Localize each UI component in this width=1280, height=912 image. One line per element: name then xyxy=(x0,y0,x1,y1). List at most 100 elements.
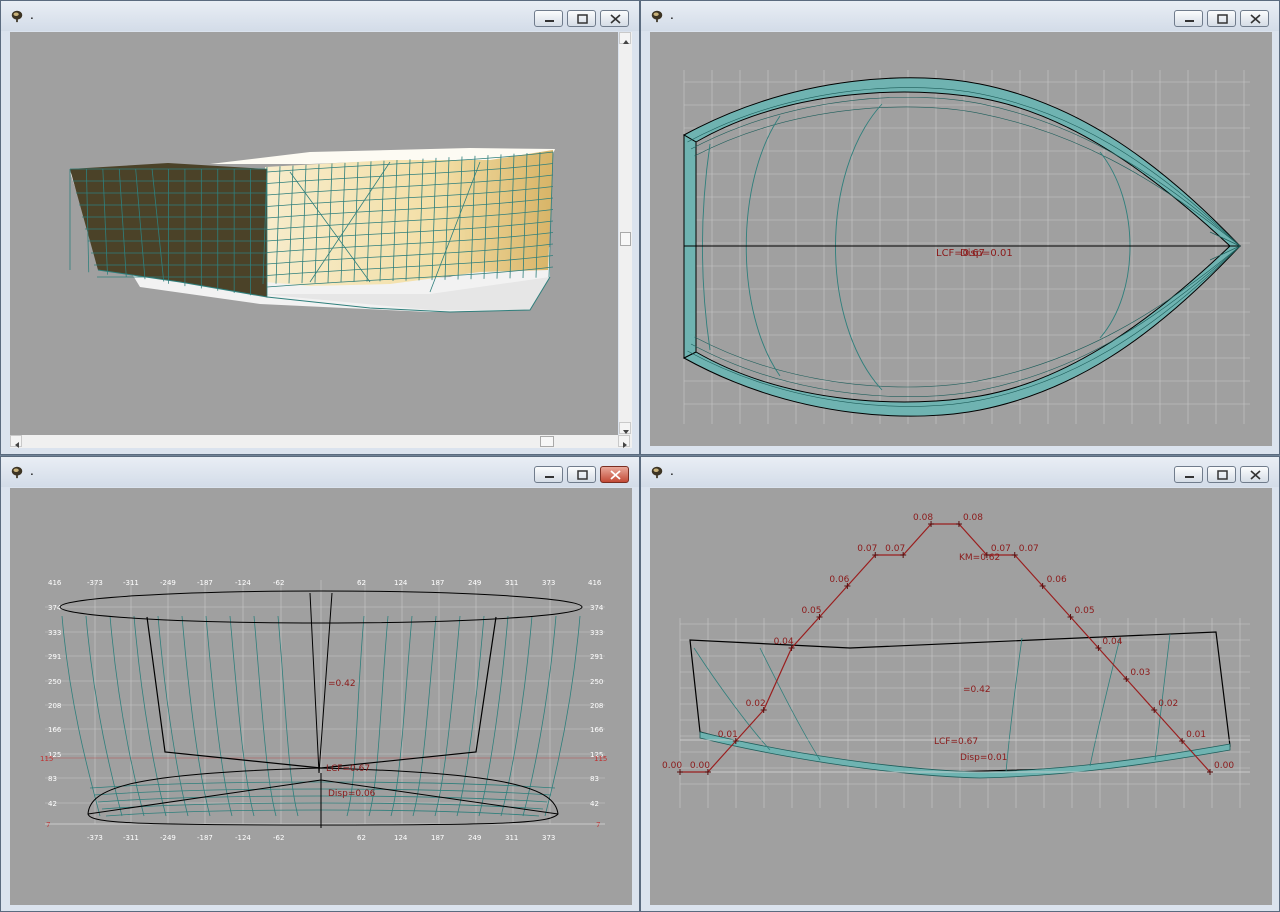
body-xtick-bottom: 62 xyxy=(357,834,366,842)
body-xtick-bottom: -249 xyxy=(160,834,176,842)
restore-icon xyxy=(1217,470,1228,480)
close-button[interactable] xyxy=(600,10,629,27)
restore-icon xyxy=(577,14,588,24)
minimize-icon xyxy=(545,20,554,22)
vertical-scrollbar[interactable] xyxy=(619,32,632,435)
scroll-right-arrow[interactable] xyxy=(618,435,630,448)
body-xtick-top: -124 xyxy=(235,579,251,587)
minimize-button[interactable] xyxy=(1174,466,1203,483)
curve-point-label: 0.07 xyxy=(857,544,877,554)
perspective-viewport[interactable] xyxy=(10,32,618,435)
hull-3d-render xyxy=(69,148,555,313)
body-xtick-bottom: 187 xyxy=(431,834,444,842)
curve-point-label: 0.00 xyxy=(690,761,710,771)
body-xtick-top: -373 xyxy=(87,579,103,587)
scroll-thumb-horizontal[interactable] xyxy=(540,436,554,447)
plan-window: . LCF=0.67 Disp=0.01 xyxy=(640,0,1280,455)
curve-point-label: 0.07 xyxy=(1019,544,1039,554)
body-xtick-top: 62 xyxy=(357,579,366,587)
close-icon xyxy=(1250,14,1261,24)
minimize-icon xyxy=(1185,476,1194,478)
profile-titlebar[interactable]: . xyxy=(641,457,1279,487)
profile-window: . 0.00 0.00 0.01 0.02 0.04 0.05 0.06 0.07 0.07 0.… xyxy=(640,456,1280,912)
scroll-up-arrow[interactable] xyxy=(619,32,631,44)
profile-drawing: 0.00 0.00 0.01 0.02 0.04 0.05 0.06 0.07 0.07 0.08… xyxy=(662,513,1250,808)
close-button[interactable] xyxy=(1240,10,1269,27)
maximize-button[interactable] xyxy=(567,466,596,483)
curve-point-label: 0.08 xyxy=(913,513,933,523)
lcf-label: LCF=0.67 xyxy=(326,764,370,774)
disp-label: Disp=0.06 xyxy=(328,789,376,799)
body-xtick-top: -187 xyxy=(197,579,213,587)
close-button[interactable] xyxy=(1240,466,1269,483)
body-ytick-left: 166 xyxy=(48,726,62,734)
app-icon[interactable] xyxy=(10,465,24,479)
body-ytick-left: 208 xyxy=(48,702,61,710)
curve-point-label: 0.00 xyxy=(662,761,682,771)
bottom-label-left: 7 xyxy=(46,821,50,829)
horizontal-scrollbar[interactable] xyxy=(10,435,632,448)
app-icon[interactable] xyxy=(10,9,24,23)
body-xtick-top: -249 xyxy=(160,579,176,587)
minimize-button[interactable] xyxy=(534,10,563,27)
maximize-button[interactable] xyxy=(1207,466,1236,483)
minimize-button[interactable] xyxy=(1174,10,1203,27)
cog-label: =0.42 xyxy=(963,685,991,695)
body-window: . -373 -311 -249 -187 -124 -62 62 124 187 249 311 3… xyxy=(0,456,640,912)
window-title: . xyxy=(30,8,34,22)
plan-drawing: LCF=0.67 Disp=0.01 xyxy=(682,70,1250,424)
app-icon[interactable] xyxy=(650,9,664,23)
curve-point-label: 0.04 xyxy=(774,637,794,647)
profile-viewport[interactable]: 0.00 0.00 0.01 0.02 0.04 0.05 0.06 0.07 0.07 0.08… xyxy=(650,488,1272,905)
body-xtick-top: 249 xyxy=(468,579,481,587)
scroll-left-arrow[interactable] xyxy=(10,435,22,448)
body-ytick-left: 42 xyxy=(48,800,57,808)
minimize-icon xyxy=(1185,20,1194,22)
body-ytick-top-left: 416 xyxy=(48,579,62,587)
body-ytick-right: 250 xyxy=(590,678,603,686)
curve-point-label: 0.07 xyxy=(885,544,905,554)
curve-point-label: 0.08 xyxy=(963,513,983,523)
body-ytick-left: 250 xyxy=(48,678,61,686)
body-xtick-top: 373 xyxy=(542,579,555,587)
maximize-button[interactable] xyxy=(567,10,596,27)
window-title: . xyxy=(670,8,674,22)
body-ytick-right: 83 xyxy=(590,775,599,783)
body-xtick-top: 187 xyxy=(431,579,444,587)
body-xtick-top: 311 xyxy=(505,579,518,587)
restore-icon xyxy=(1217,14,1228,24)
disp-label: Disp=0.01 xyxy=(960,248,1013,259)
body-ytick-top-right: 416 xyxy=(588,579,602,587)
plan-viewport[interactable]: LCF=0.67 Disp=0.01 xyxy=(650,32,1272,446)
curve-point-label: 0.06 xyxy=(829,575,849,585)
plan-titlebar[interactable]: . xyxy=(641,1,1279,31)
scroll-thumb-vertical[interactable] xyxy=(620,232,631,246)
body-plan-drawing: -373 -311 -249 -187 -124 -62 62 124 187 249 311 373… xyxy=(40,579,607,842)
body-ytick-left: 333 xyxy=(48,629,61,637)
curve-point-label: 0.05 xyxy=(1075,606,1095,616)
curve-point-label: 0.02 xyxy=(1158,699,1178,709)
body-xtick-bottom: -62 xyxy=(273,834,284,842)
body-xtick-bottom: -311 xyxy=(123,834,139,842)
body-ytick-left: 374 xyxy=(48,604,62,612)
maximize-button[interactable] xyxy=(1207,10,1236,27)
waterline-label-right: 115 xyxy=(594,755,607,763)
close-icon xyxy=(1250,470,1261,480)
minimize-button[interactable] xyxy=(534,466,563,483)
body-ytick-left: 291 xyxy=(48,653,61,661)
body-xtick-top: -62 xyxy=(273,579,284,587)
close-button[interactable] xyxy=(600,466,629,483)
body-xtick-top: 124 xyxy=(394,579,408,587)
app-icon[interactable] xyxy=(650,465,664,479)
body-ytick-right: 42 xyxy=(590,800,599,808)
body-ytick-right: 374 xyxy=(590,604,604,612)
body-xtick-bottom: -373 xyxy=(87,834,103,842)
scroll-down-arrow[interactable] xyxy=(619,422,631,434)
window-title: . xyxy=(30,464,34,478)
body-viewport[interactable]: -373 -311 -249 -187 -124 -62 62 124 187 249 311 373… xyxy=(10,488,632,905)
perspective-titlebar[interactable]: . xyxy=(1,1,639,31)
curve-point-label: 0.02 xyxy=(746,699,766,709)
body-titlebar[interactable]: . xyxy=(1,457,639,487)
curve-point-label: 0.01 xyxy=(718,730,738,740)
curve-point-label: 0.04 xyxy=(1102,637,1122,647)
